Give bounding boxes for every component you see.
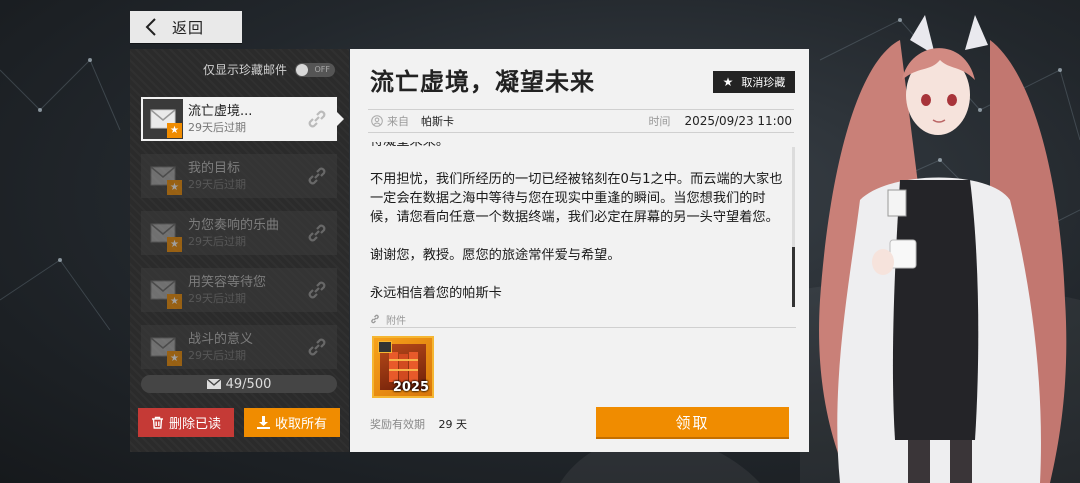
validity-days: 29 天 xyxy=(438,418,468,431)
mail-item-expiry: 29天后过期 xyxy=(188,349,246,362)
toggle-knob xyxy=(296,63,308,76)
envelope-icon: ★ xyxy=(143,99,183,139)
mail-list-item-3[interactable]: ★ 用笑容等待您 29天后过期 xyxy=(141,268,337,312)
link-icon xyxy=(308,224,326,242)
mail-detail-panel: 流亡虚境，凝望未来 ★ 取消珍藏 来自 帕斯卡 时间 2025/09/23 11… xyxy=(350,49,809,452)
mail-list-item-0[interactable]: ★ 流亡虚境... 29天后过期 xyxy=(141,97,344,141)
claim-button[interactable]: 领取 xyxy=(596,407,789,437)
claim-label: 领取 xyxy=(675,413,710,432)
envelope-icon: ★ xyxy=(143,213,183,253)
character-illustration xyxy=(819,15,1067,483)
mail-count-bar: 49/500 xyxy=(141,375,337,393)
link-icon xyxy=(308,338,326,356)
back-label: 返回 xyxy=(172,18,205,37)
mail-body-paragraph: 不用担忧，我们所经历的一切已经被铭刻在0与1之中。而云端的大家也一定会在数据之海… xyxy=(370,172,783,225)
mail-icon xyxy=(206,379,221,389)
mail-body[interactable]: 待凝望未来。 不用担忧，我们所经历的一切已经被铭刻在0与1之中。而云端的大家也一… xyxy=(370,142,790,307)
envelope-icon: ★ xyxy=(143,270,183,310)
back-button[interactable]: 返回 xyxy=(130,11,242,43)
favorites-filter-label: 仅显示珍藏邮件 xyxy=(202,63,287,77)
favorite-star-icon: ★ xyxy=(167,351,182,366)
link-icon xyxy=(308,110,326,128)
from-label: 来自 xyxy=(387,115,409,128)
reward-validity: 奖励有效期 29 天 xyxy=(370,416,467,432)
collect-all-label: 收取所有 xyxy=(274,417,327,432)
favorite-star-icon: ★ xyxy=(167,294,182,309)
mail-item-title: 战斗的意义 xyxy=(188,332,254,347)
delete-read-label: 删除已读 xyxy=(168,417,221,432)
mail-title: 流亡虚境，凝望未来 xyxy=(370,68,595,96)
attachment-item[interactable]: 2025 xyxy=(372,336,434,398)
mail-item-expiry: 29天后过期 xyxy=(188,292,246,305)
mail-item-title: 为您奏响的乐曲 xyxy=(188,218,280,233)
mail-time: 2025/09/23 11:00 xyxy=(684,114,792,128)
envelope-icon: ★ xyxy=(143,156,183,196)
favorites-toggle[interactable]: OFF xyxy=(295,62,335,77)
attachment-year: 2025 xyxy=(392,380,429,395)
toggle-state-text: OFF xyxy=(314,65,331,74)
mail-body-paragraph: 谢谢您，教授。愿您的旅途常伴爱与希望。 xyxy=(370,248,621,263)
link-icon xyxy=(308,167,326,185)
unfavorite-label: 取消珍藏 xyxy=(741,76,786,89)
unfavorite-button[interactable]: ★ 取消珍藏 xyxy=(713,71,795,93)
chevron-left-icon xyxy=(145,18,156,36)
favorite-star-icon: ★ xyxy=(167,180,182,195)
mail-body-paragraph: 待凝望未来。 xyxy=(370,142,790,151)
time-label: 时间 xyxy=(648,115,671,128)
validity-label: 奖励有效期 xyxy=(370,418,425,431)
delete-read-button[interactable]: 删除已读 xyxy=(138,408,234,437)
mail-meta-row: 来自 帕斯卡 时间 2025/09/23 11:00 xyxy=(368,109,794,133)
collect-all-button[interactable]: 收取所有 xyxy=(244,408,340,437)
mail-list-item-4[interactable]: ★ 战斗的意义 29天后过期 xyxy=(141,325,337,369)
mail-item-title: 流亡虚境... xyxy=(188,104,253,119)
mail-item-expiry: 29天后过期 xyxy=(188,121,246,134)
mail-count: 49/500 xyxy=(225,376,272,392)
mail-item-title: 用笑容等待您 xyxy=(188,275,267,290)
mail-item-expiry: 29天后过期 xyxy=(188,235,246,248)
mail-item-title: 我的目标 xyxy=(188,161,241,176)
mail-list-item-2[interactable]: ★ 为您奏响的乐曲 29天后过期 xyxy=(141,211,337,255)
download-icon xyxy=(256,416,270,429)
mail-list-item-1[interactable]: ★ 我的目标 29天后过期 xyxy=(141,154,337,198)
attachment-label: 附件 xyxy=(386,315,406,327)
attachment-header: 附件 xyxy=(370,311,796,328)
trash-icon xyxy=(151,416,163,429)
favorite-star-icon: ★ xyxy=(167,237,182,252)
active-indicator xyxy=(337,112,344,126)
envelope-icon: ★ xyxy=(143,327,183,367)
link-icon xyxy=(308,281,326,299)
paperclip-icon xyxy=(371,314,379,324)
mail-item-expiry: 29天后过期 xyxy=(188,178,246,191)
item-type-badge-icon xyxy=(378,341,392,353)
favorite-star-icon: ★ xyxy=(167,123,182,138)
mail-body-paragraph: 永远相信着您的帕斯卡 xyxy=(370,286,502,301)
star-icon: ★ xyxy=(722,75,734,89)
user-icon xyxy=(371,115,383,127)
sender-name: 帕斯卡 xyxy=(421,115,454,128)
mail-list-panel: 仅显示珍藏邮件 OFF ★ 流亡虚境... 29天后过期 ★ 我的目标 29天后… xyxy=(130,49,349,452)
favorites-filter: 仅显示珍藏邮件 OFF xyxy=(203,61,335,78)
